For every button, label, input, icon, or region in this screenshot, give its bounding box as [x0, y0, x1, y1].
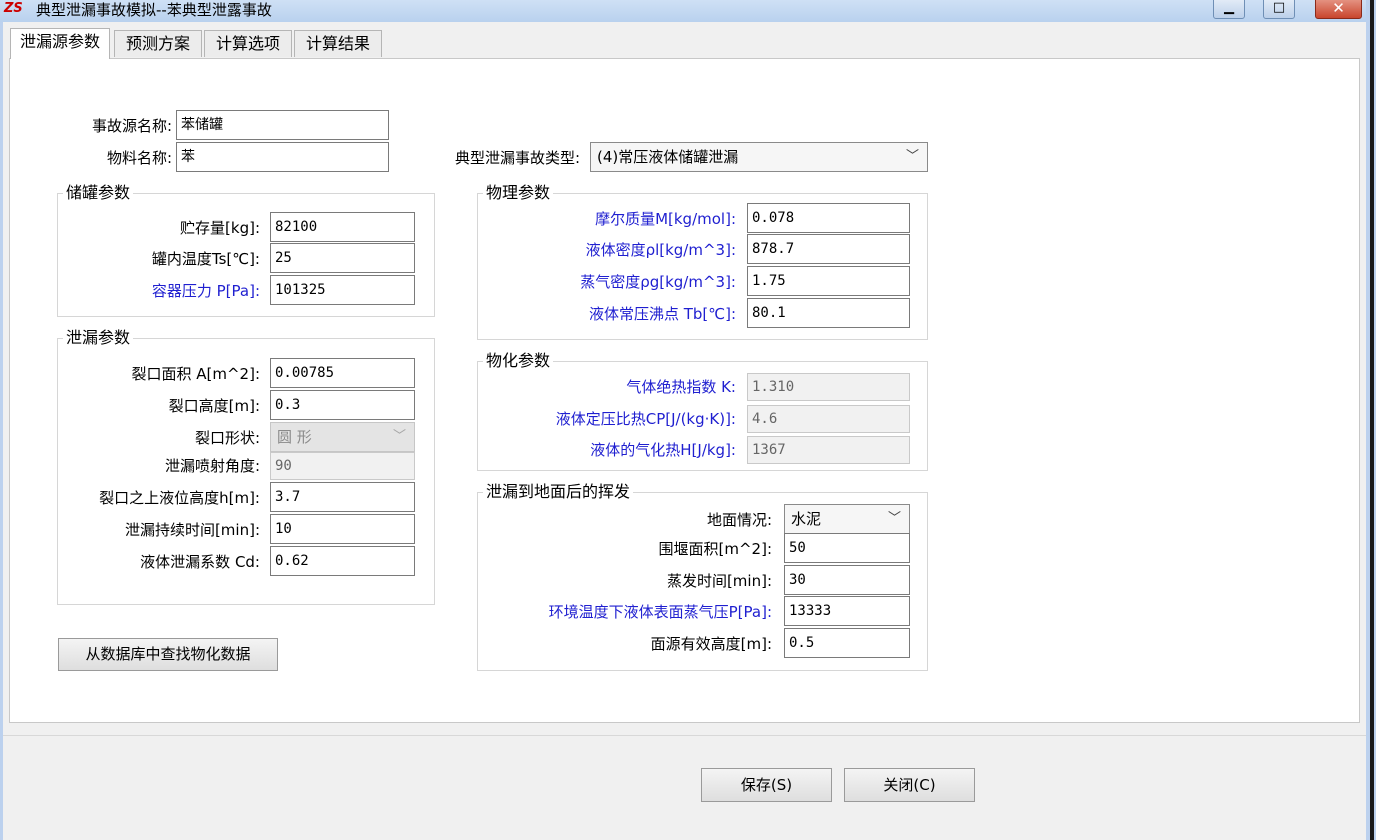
liquid-density-input[interactable]: 878.7 [747, 234, 910, 264]
crack-area-label: 裂口面积 A[m^2]: [131, 365, 260, 383]
molar-mass-input[interactable]: 0.078 [747, 203, 910, 233]
adiabatic-index-label: 气体绝热指数 K: [626, 378, 736, 396]
title-bar: ZS 典型泄漏事故模拟--苯典型泄露事故 ▁ □ ✕ [0, 0, 1376, 22]
divider [3, 735, 1366, 736]
accident-type-select[interactable]: (4)常压液体储罐泄漏 ﹀ [590, 142, 928, 172]
chevron-down-icon: ﹀ [392, 429, 406, 444]
source-height-input[interactable]: 0.5 [784, 628, 910, 658]
evaporation-time-input[interactable]: 30 [784, 565, 910, 595]
crack-height-label: 裂口高度[m]: [168, 397, 260, 415]
tab-calc-options[interactable]: 计算选项 [204, 30, 292, 57]
bund-area-input[interactable]: 50 [784, 533, 910, 563]
leak-duration-label: 泄漏持续时间[min]: [124, 521, 260, 539]
ground-condition-select[interactable]: 水泥 ﹀ [784, 504, 910, 534]
vaporization-heat-label: 液体的气化热H[J/kg]: [590, 441, 736, 459]
evaporation-time-label: 蒸发时间[min]: [666, 572, 772, 590]
window-frame-left [0, 22, 3, 840]
window-frame-edge [1370, 0, 1374, 840]
physchem-params-title: 物化参数 [483, 351, 554, 371]
vaporization-heat-input[interactable]: 1367 [747, 436, 910, 464]
minimize-button[interactable]: ▁ [1213, 0, 1245, 19]
close-icon: ✕ [1332, 0, 1345, 17]
tank-temperature-label: 罐内温度Ts[℃]: [151, 250, 260, 268]
material-name-input[interactable]: 苯 [176, 142, 389, 172]
accident-type-value: (4)常压液体储罐泄漏 [597, 148, 739, 166]
adiabatic-index-input[interactable]: 1.310 [747, 373, 910, 401]
vessel-pressure-label: 容器压力 P[Pa]: [151, 282, 260, 300]
liquid-level-label: 裂口之上液位高度h[m]: [99, 489, 260, 507]
leak-coefficient-input[interactable]: 0.62 [270, 546, 415, 576]
source-name-input[interactable]: 苯储罐 [176, 110, 389, 140]
tank-temperature-input[interactable]: 25 [270, 243, 415, 273]
liquid-density-label: 液体密度ρl[kg/m^3]: [585, 241, 736, 259]
source-name-label: 事故源名称: [91, 117, 172, 135]
chevron-down-icon: ﹀ [887, 511, 901, 526]
crack-shape-value: 圆 形 [277, 428, 312, 446]
material-name-label: 物料名称: [106, 149, 172, 167]
tab-prediction-plan[interactable]: 预测方案 [114, 30, 202, 57]
app-logo-icon: ZS [4, 1, 23, 16]
window-title: 典型泄漏事故模拟--苯典型泄露事故 [36, 1, 272, 19]
tank-params-title: 储罐参数 [63, 183, 134, 203]
lookup-physchem-button[interactable]: 从数据库中查找物化数据 [58, 638, 278, 671]
spray-angle-input[interactable]: 90 [270, 452, 415, 480]
vessel-pressure-input[interactable]: 101325 [270, 275, 415, 305]
evaporation-title: 泄漏到地面后的挥发 [483, 482, 634, 502]
storage-amount-label: 贮存量[kg]: [180, 219, 260, 237]
close-button[interactable]: 关闭(C) [844, 768, 975, 802]
specific-heat-label: 液体定压比热CP[J/(kg·K)]: [555, 410, 736, 428]
maximize-button[interactable]: □ [1263, 0, 1295, 19]
liquid-level-input[interactable]: 3.7 [270, 482, 415, 512]
save-button[interactable]: 保存(S) [701, 768, 832, 802]
tab-calc-results[interactable]: 计算结果 [294, 30, 382, 57]
accident-type-label: 典型泄漏事故类型: [454, 149, 580, 167]
tab-leak-source-params[interactable]: 泄漏源参数 [10, 28, 110, 59]
leak-params-title: 泄漏参数 [63, 328, 134, 348]
crack-shape-label: 裂口形状: [194, 429, 260, 447]
ground-condition-label: 地面情况: [706, 511, 772, 529]
boiling-point-input[interactable]: 80.1 [747, 298, 910, 328]
spray-angle-label: 泄漏喷射角度: [164, 457, 260, 475]
vapor-density-label: 蒸气密度ρg[kg/m^3]: [580, 273, 736, 291]
crack-area-input[interactable]: 0.00785 [270, 358, 415, 388]
ground-condition-value: 水泥 [791, 510, 822, 528]
minimize-icon: ▁ [1224, 0, 1234, 15]
bund-area-label: 围堰面积[m^2]: [658, 540, 772, 558]
boiling-point-label: 液体常压沸点 Tb[℃]: [588, 305, 736, 323]
crack-height-input[interactable]: 0.3 [270, 390, 415, 420]
vapor-pressure-label: 环境温度下液体表面蒸气压P[Pa]: [548, 603, 772, 621]
close-window-button[interactable]: ✕ [1315, 0, 1362, 19]
physical-params-title: 物理参数 [483, 183, 554, 203]
specific-heat-input[interactable]: 4.6 [747, 405, 910, 433]
molar-mass-label: 摩尔质量M[kg/mol]: [595, 210, 736, 228]
leak-duration-input[interactable]: 10 [270, 514, 415, 544]
vapor-pressure-input[interactable]: 13333 [784, 596, 910, 626]
vapor-density-input[interactable]: 1.75 [747, 266, 910, 296]
leak-coefficient-label: 液体泄漏系数 Cd: [140, 553, 260, 571]
chevron-down-icon: ﹀ [905, 149, 919, 164]
crack-shape-select[interactable]: 圆 形 ﹀ [270, 422, 415, 452]
source-height-label: 面源有效高度[m]: [650, 635, 772, 653]
storage-amount-input[interactable]: 82100 [270, 212, 415, 242]
maximize-icon: □ [1272, 0, 1286, 15]
